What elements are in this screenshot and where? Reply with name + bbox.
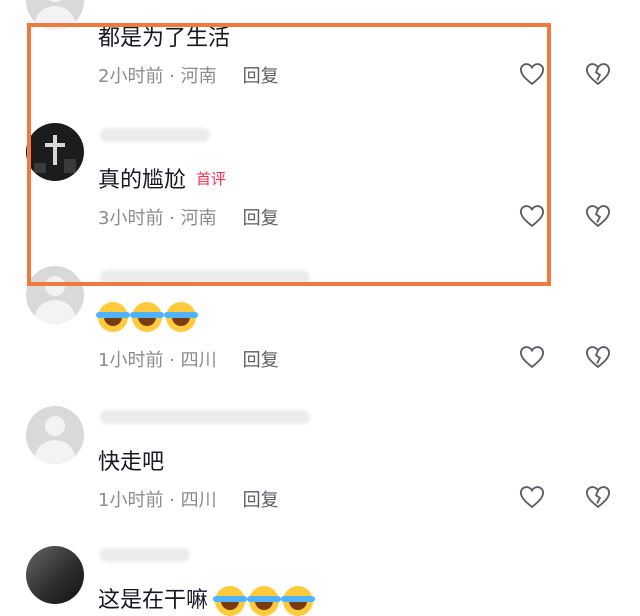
username-blurred[interactable]: [100, 548, 190, 562]
comment-meta: 2小时前 · 河南 回复: [98, 62, 279, 88]
reply-button[interactable]: 回复: [243, 208, 279, 229]
crying-laughing-emoji: [130, 302, 164, 332]
comment-time-location: 2小时前 · 河南: [98, 66, 217, 87]
broken-heart-icon[interactable]: [584, 343, 612, 371]
comment-time-location: 3小时前 · 河南: [98, 208, 217, 229]
comment-text: 这是在干嘛: [98, 582, 317, 616]
avatar-graphic: [34, 135, 76, 173]
comment-meta: 1小时前 · 四川 回复: [98, 346, 279, 372]
comment-item: 这是在干嘛: [0, 530, 640, 616]
user-avatar[interactable]: [26, 266, 84, 324]
comment-time-location: 1小时前 · 四川: [98, 350, 217, 371]
reply-button[interactable]: 回复: [243, 66, 279, 87]
heart-icon[interactable]: [518, 483, 546, 511]
heart-icon[interactable]: [518, 60, 546, 88]
crying-laughing-emoji: [164, 302, 198, 332]
username-blurred[interactable]: [100, 270, 310, 284]
comment-meta: 3小时前 · 河南 回复: [98, 204, 279, 230]
comment-meta: 1小时前 · 四川 回复: [98, 486, 279, 512]
reply-button[interactable]: 回复: [243, 490, 279, 511]
comment-emoji-row: [96, 302, 200, 332]
user-avatar[interactable]: [26, 123, 84, 181]
crying-laughing-emoji: [281, 586, 316, 616]
user-avatar[interactable]: [26, 406, 84, 464]
comment-time-location: 1小时前 · 四川: [98, 490, 217, 511]
heart-icon[interactable]: [518, 202, 546, 230]
user-avatar[interactable]: [26, 546, 84, 604]
comment-item: 1小时前 · 四川 回复: [0, 250, 640, 390]
comment-text: 都是为了生活: [98, 26, 231, 51]
first-comment-badge: 首评: [196, 170, 227, 188]
crying-laughing-emoji: [96, 302, 130, 332]
comment-item: 都是为了生活 2小时前 · 河南 回复: [0, 0, 640, 100]
username-blurred[interactable]: [100, 128, 210, 142]
comment-text: 真的尴尬 首评: [98, 162, 226, 194]
comment-text-value: 真的尴尬: [98, 168, 187, 193]
broken-heart-icon[interactable]: [584, 60, 612, 88]
heart-icon[interactable]: [518, 343, 546, 371]
comment-text-value: 这是在干嘛: [98, 588, 209, 613]
crying-laughing-emoji: [213, 586, 248, 616]
comment-text: 快走吧: [98, 450, 165, 475]
broken-heart-icon[interactable]: [584, 483, 612, 511]
broken-heart-icon[interactable]: [584, 202, 612, 230]
user-avatar[interactable]: [26, 0, 84, 30]
crying-laughing-emoji: [247, 586, 282, 616]
reply-button[interactable]: 回复: [243, 350, 279, 371]
username-blurred[interactable]: [100, 410, 310, 424]
comment-item: 真的尴尬 首评 3小时前 · 河南 回复: [0, 110, 640, 250]
comment-item: 快走吧 1小时前 · 四川 回复: [0, 390, 640, 530]
